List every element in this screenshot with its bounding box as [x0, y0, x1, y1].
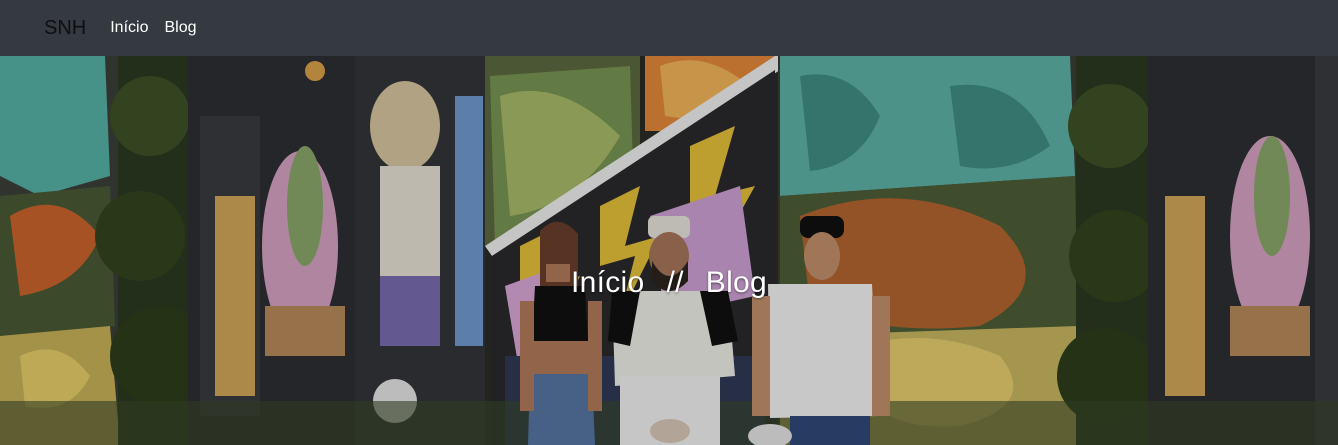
- nav-link-blog[interactable]: Blog: [164, 19, 196, 37]
- top-navbar: SNH Início Blog: [0, 0, 1338, 56]
- hero-background-image: [0, 56, 1338, 445]
- brand-logo[interactable]: SNH: [44, 17, 86, 40]
- breadcrumb-current: Blog: [705, 266, 768, 299]
- nav-link-inicio[interactable]: Início: [110, 19, 148, 37]
- breadcrumb-home[interactable]: Início: [571, 266, 645, 299]
- hero-breadcrumb: Início // Blog: [0, 266, 1338, 300]
- hero-banner: Início // Blog: [0, 56, 1338, 445]
- breadcrumb-separator: //: [666, 266, 684, 299]
